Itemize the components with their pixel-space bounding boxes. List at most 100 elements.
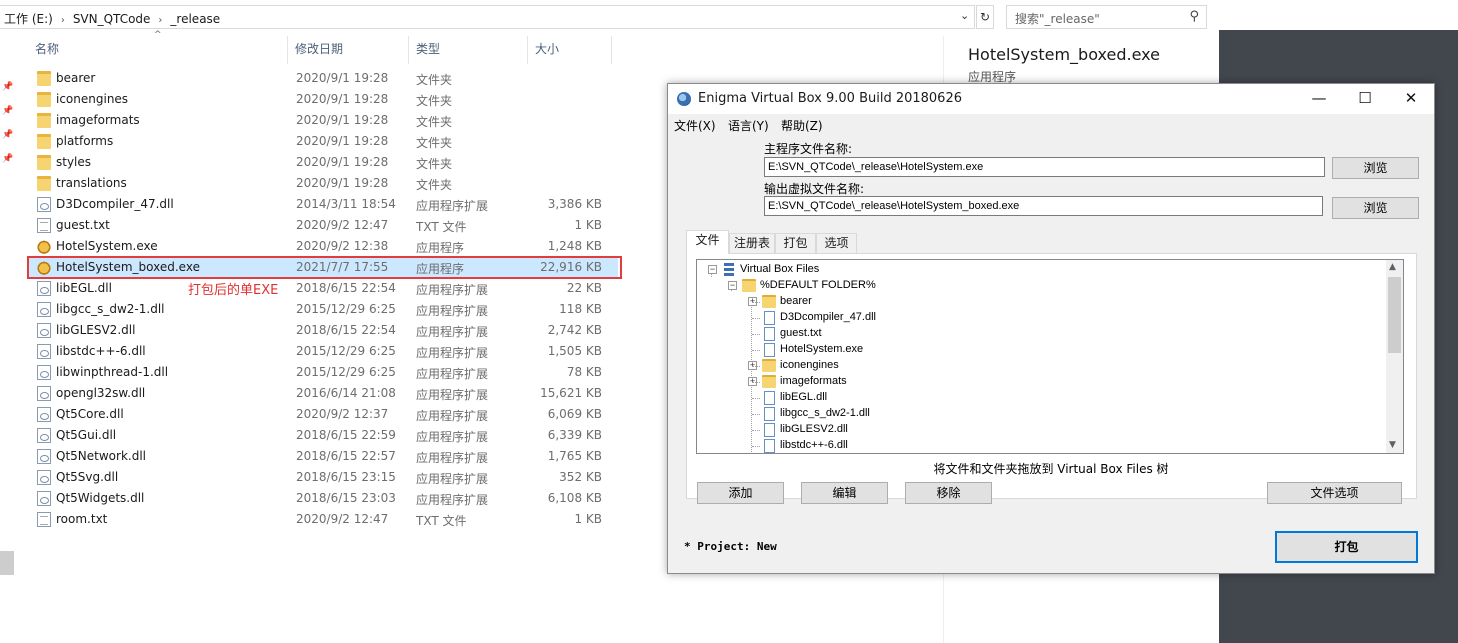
- file-row[interactable]: D3Dcompiler_47.dll 2014/3/11 18:54 应用程序扩展 3…: [28, 194, 618, 215]
- file-type: 应用程序扩展: [416, 283, 489, 297]
- file-row[interactable]: Qt5Svg.dll 2018/6/15 23:15 应用程序扩展 352 KB: [28, 467, 618, 488]
- folder-icon: [37, 155, 51, 170]
- tree-item-label: libGLESV2.dll: [780, 423, 848, 435]
- nav-scrollbar-thumb[interactable]: [0, 551, 14, 575]
- file-row[interactable]: platforms 2020/9/1 19:28 文件夹: [28, 131, 618, 152]
- file-size: 6,339 KB: [547, 428, 602, 442]
- column-date[interactable]: 修改日期: [288, 36, 409, 64]
- refresh-icon[interactable]: ↻: [976, 5, 994, 29]
- file-size: 1 KB: [574, 218, 602, 232]
- tree-item-label: guest.txt: [780, 327, 822, 339]
- file-size: 6,069 KB: [547, 407, 602, 421]
- remove-button[interactable]: 移除: [905, 482, 992, 504]
- annotation-highlight-box: [27, 256, 622, 279]
- menu-file[interactable]: 文件(X): [674, 117, 716, 134]
- file-name: libwinpthread-1.dll: [56, 365, 169, 379]
- file-row[interactable]: imageformats 2020/9/1 19:28 文件夹: [28, 110, 618, 131]
- file-row[interactable]: opengl32sw.dll 2016/6/14 21:08 应用程序扩展 15,62…: [28, 383, 618, 404]
- breadcrumb: 工作 (E:) › SVN_QTCode › _release: [4, 10, 220, 27]
- breadcrumb-drive[interactable]: 工作 (E:): [4, 12, 53, 26]
- tab-options[interactable]: 选项: [816, 233, 857, 253]
- file-name: room.txt: [56, 512, 108, 526]
- browse-output-button[interactable]: 浏览: [1332, 197, 1419, 219]
- maximize-button[interactable]: ☐: [1342, 84, 1388, 114]
- file-name: Qt5Network.dll: [56, 449, 146, 463]
- add-button[interactable]: 添加: [697, 482, 784, 504]
- virtual-box-root-icon: [724, 263, 734, 276]
- file-name: bearer: [56, 71, 96, 85]
- scroll-up-icon[interactable]: ▲: [1389, 262, 1396, 272]
- output-file-input[interactable]: E:\SVN_QTCode\_release\HotelSystem_boxed…: [764, 196, 1323, 216]
- file-date: 2020/9/1 19:28: [296, 134, 389, 148]
- file-row[interactable]: libGLESV2.dll 2018/6/15 22:54 应用程序扩展 2,742 …: [28, 320, 618, 341]
- file-size: 1,248 KB: [547, 239, 602, 253]
- edit-button[interactable]: 编辑: [801, 482, 888, 504]
- column-name[interactable]: 名称: [28, 36, 288, 64]
- breadcrumb-folder[interactable]: SVN_QTCode: [73, 12, 151, 26]
- menu-language[interactable]: 语言(Y): [728, 117, 769, 134]
- virtual-files-tree[interactable]: − Virtual Box Files − %DEFAULT FOLDER% +…: [696, 259, 1404, 454]
- pin-icon[interactable]: 📌: [2, 82, 13, 92]
- close-button[interactable]: ✕: [1388, 84, 1434, 114]
- tree-item-label: iconengines: [780, 359, 839, 371]
- folder-icon: [37, 134, 51, 149]
- scroll-down-icon[interactable]: ▼: [1389, 440, 1396, 450]
- title-bar[interactable]: Enigma Virtual Box 9.00 Build 20180626 —…: [668, 84, 1434, 114]
- file-row[interactable]: libEGL.dll 2018/6/15 22:54 应用程序扩展 22 KB: [28, 278, 618, 299]
- tree-scrollbar[interactable]: ▲ ▼: [1386, 260, 1403, 453]
- address-bar[interactable]: 工作 (E:) › SVN_QTCode › _release ⌄: [0, 5, 975, 29]
- dll-icon: [37, 344, 51, 359]
- browse-main-button[interactable]: 浏览: [1332, 157, 1419, 179]
- file-row[interactable]: libwinpthread-1.dll 2015/12/29 6:25 应用程序扩展…: [28, 362, 618, 383]
- file-name: imageformats: [56, 113, 140, 127]
- folder-icon: [742, 279, 756, 292]
- pin-icon[interactable]: 📌: [2, 130, 13, 140]
- file-row[interactable]: bearer 2020/9/1 19:28 文件夹: [28, 68, 618, 89]
- file-name: libgcc_s_dw2-1.dll: [56, 302, 165, 316]
- main-file-input[interactable]: E:\SVN_QTCode\_release\HotelSystem.exe: [764, 157, 1325, 177]
- file-row[interactable]: guest.txt 2020/9/2 12:47 TXT 文件 1 KB: [28, 215, 618, 236]
- tree-scrollbar-thumb[interactable]: [1388, 277, 1401, 353]
- file-date: 2015/12/29 6:25: [296, 302, 396, 316]
- chevron-down-icon[interactable]: ⌄: [960, 9, 969, 22]
- file-options-button[interactable]: 文件选项: [1267, 482, 1402, 504]
- file-row[interactable]: libstdc++-6.dll 2015/12/29 6:25 应用程序扩展 1,50…: [28, 341, 618, 362]
- tab-registry[interactable]: 注册表: [729, 233, 775, 253]
- search-placeholder: 搜索"_release": [1015, 12, 1100, 26]
- file-name: libEGL.dll: [56, 281, 112, 295]
- main-file-label: 主程序文件名称:: [764, 142, 853, 156]
- dll-icon: [37, 407, 51, 422]
- file-row[interactable]: iconengines 2020/9/1 19:28 文件夹: [28, 89, 618, 110]
- file-row[interactable]: HotelSystem.exe 2020/9/2 12:38 应用程序 1,248 K…: [28, 236, 618, 257]
- tree-default-folder-label: %DEFAULT FOLDER%: [760, 279, 876, 291]
- file-row[interactable]: Qt5Network.dll 2018/6/15 22:57 应用程序扩展 1,765…: [28, 446, 618, 467]
- column-type[interactable]: 类型: [409, 36, 528, 64]
- breadcrumb-current[interactable]: _release: [170, 12, 220, 26]
- file-name: Qt5Svg.dll: [56, 470, 119, 484]
- tab-files[interactable]: 文件: [686, 230, 729, 254]
- file-date: 2020/9/1 19:28: [296, 71, 389, 85]
- file-row[interactable]: Qt5Gui.dll 2018/6/15 22:59 应用程序扩展 6,339 KB: [28, 425, 618, 446]
- folder-icon: [762, 375, 776, 388]
- file-row[interactable]: styles 2020/9/1 19:28 文件夹: [28, 152, 618, 173]
- pin-icon[interactable]: 📌: [2, 154, 13, 164]
- pack-button[interactable]: 打包: [1275, 531, 1418, 563]
- search-input[interactable]: 搜索"_release" ⚲: [1006, 5, 1207, 29]
- file-size: 352 KB: [559, 470, 602, 484]
- menu-help[interactable]: 帮助(Z): [781, 117, 823, 134]
- file-row[interactable]: translations 2020/9/1 19:28 文件夹: [28, 173, 618, 194]
- collapse-icon[interactable]: −: [708, 265, 717, 274]
- file-row[interactable]: Qt5Widgets.dll 2018/6/15 23:03 应用程序扩展 6,108…: [28, 488, 618, 509]
- file-row[interactable]: room.txt 2020/9/2 12:47 TXT 文件 1 KB: [28, 509, 618, 530]
- file-row[interactable]: libgcc_s_dw2-1.dll 2015/12/29 6:25 应用程序扩展 1…: [28, 299, 618, 320]
- minimize-button[interactable]: —: [1296, 84, 1342, 114]
- search-icon[interactable]: ⚲: [1189, 9, 1199, 24]
- file-date: 2016/6/14 21:08: [296, 386, 396, 400]
- pin-icon[interactable]: 📌: [2, 106, 13, 116]
- folder-icon: [37, 92, 51, 107]
- file-row[interactable]: Qt5Core.dll 2020/9/2 12:37 应用程序扩展 6,069 KB: [28, 404, 618, 425]
- tab-packing[interactable]: 打包: [775, 233, 816, 253]
- txt-icon: [37, 512, 51, 527]
- column-size[interactable]: 大小: [528, 36, 612, 64]
- collapse-icon[interactable]: −: [728, 281, 737, 290]
